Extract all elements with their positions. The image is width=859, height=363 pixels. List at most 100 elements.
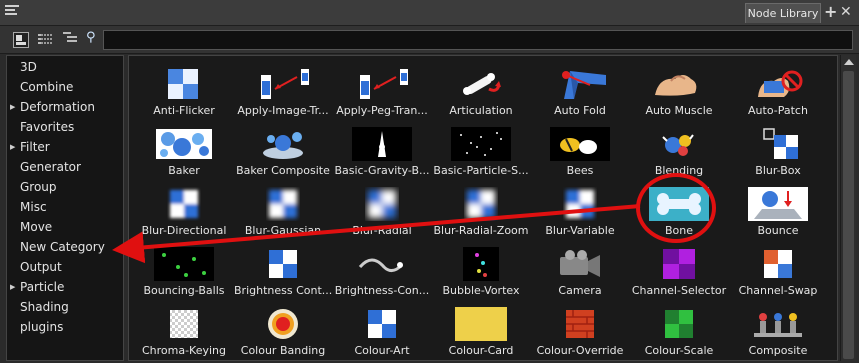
node-label: Brightness-Con... <box>334 284 430 297</box>
node-colour-art[interactable]: Colour-Art <box>333 301 431 360</box>
expand-arrow-icon[interactable]: ▶ <box>10 97 15 117</box>
apply-peg-transformation-icon <box>352 67 412 101</box>
blur-box-icon <box>748 127 808 161</box>
blur-radial-zoom-icon <box>451 187 511 221</box>
node-anti-flicker[interactable]: Anti-Flicker <box>135 61 233 121</box>
node-baker[interactable]: Baker <box>135 121 233 181</box>
category-3d[interactable]: 3D <box>7 57 123 77</box>
node-bounce[interactable]: Bounce <box>729 181 827 241</box>
tree-view-icon[interactable] <box>63 32 79 48</box>
node-colour-override[interactable]: Colour-Override <box>531 301 629 360</box>
node-blur-gaussian[interactable]: Blur-Gaussian <box>234 181 332 241</box>
view-toolbar: ⚲ <box>0 26 859 54</box>
blur-variable-icon <box>550 187 610 221</box>
node-brightness-cont[interactable]: Brightness Cont... <box>234 241 332 301</box>
category-group[interactable]: Group <box>7 177 123 197</box>
panel-menu-icon[interactable] <box>5 5 19 19</box>
blur-gaussian-icon <box>253 187 313 221</box>
node-channel-selector[interactable]: Channel-Selector <box>630 241 728 301</box>
node-colour-banding[interactable]: Colour Banding <box>234 301 332 360</box>
thumbnail-view-icon[interactable] <box>13 32 29 48</box>
category-label: Generator <box>20 160 81 174</box>
scrollbar-thumb[interactable] <box>843 71 854 359</box>
expand-arrow-icon[interactable]: ▶ <box>10 137 15 157</box>
category-label: Filter <box>20 140 50 154</box>
node-label: Blur-Directional <box>141 224 227 237</box>
category-output[interactable]: Output <box>7 257 123 277</box>
vertical-scrollbar[interactable] <box>840 55 856 361</box>
blending-icon <box>649 127 709 161</box>
node-auto-fold[interactable]: Auto Fold <box>531 61 629 121</box>
node-auto-patch[interactable]: Auto-Patch <box>729 61 827 121</box>
node-label: Blur-Gaussian <box>244 224 322 237</box>
node-auto-muscle[interactable]: Auto Muscle <box>630 61 728 121</box>
colour-card-icon <box>451 307 511 341</box>
node-label: Colour Banding <box>240 344 326 357</box>
node-bubble-vortex[interactable]: Bubble-Vortex <box>432 241 530 301</box>
category-combine[interactable]: Combine <box>7 77 123 97</box>
node-blur-box[interactable]: Blur-Box <box>729 121 827 181</box>
blur-directional-icon <box>154 187 214 221</box>
add-tab-icon[interactable]: + <box>824 3 837 21</box>
node-blur-variable[interactable]: Blur-Variable <box>531 181 629 241</box>
tab-node-library[interactable]: Node Library <box>745 3 821 23</box>
node-bees[interactable]: Bees <box>531 121 629 181</box>
node-label: Composite <box>748 344 808 357</box>
category-label: Move <box>20 220 53 234</box>
node-blur-directional[interactable]: Blur-Directional <box>135 181 233 241</box>
bone-highlight-ring <box>636 173 716 243</box>
node-label: Auto Fold <box>554 104 606 117</box>
search-icon[interactable]: ⚲ <box>86 30 102 46</box>
category-deformation[interactable]: ▶ Deformation <box>7 97 123 117</box>
category-label: Particle <box>20 280 65 294</box>
node-apply-peg-tran[interactable]: Apply-Peg-Tran... <box>333 61 431 121</box>
node-label: Basic-Particle-S... <box>433 164 529 177</box>
node-label: Bouncing-Balls <box>143 284 225 297</box>
node-label: Auto Muscle <box>645 104 713 117</box>
category-filter[interactable]: ▶ Filter <box>7 137 123 157</box>
category-new-category[interactable]: New Category <box>7 237 123 257</box>
category-generator[interactable]: Generator <box>7 157 123 177</box>
node-articulation[interactable]: Articulation <box>432 61 530 121</box>
node-label: Blur-Box <box>755 164 801 177</box>
node-brightness-con[interactable]: Brightness-Con... <box>333 241 431 301</box>
blur-radial-icon <box>352 187 412 221</box>
node-blur-radial[interactable]: Blur-Radial <box>333 181 431 241</box>
node-camera[interactable]: Camera <box>531 241 629 301</box>
close-tab-icon[interactable]: ✕ <box>840 3 852 21</box>
node-channel-swap[interactable]: Channel-Swap <box>729 241 827 301</box>
node-blending[interactable]: Blending <box>630 121 728 181</box>
scroll-up-icon[interactable] <box>844 59 854 65</box>
node-colour-scale[interactable]: Colour-Scale <box>630 301 728 360</box>
category-move[interactable]: Move <box>7 217 123 237</box>
node-baker-composite[interactable]: Baker Composite <box>234 121 332 181</box>
node-apply-image-tr[interactable]: Apply-Image-Tr... <box>234 61 332 121</box>
node-label: Bees <box>566 164 594 177</box>
category-misc[interactable]: Misc <box>7 197 123 217</box>
colour-art-icon <box>352 307 412 341</box>
basic-particle-icon <box>451 127 511 161</box>
category-label: Shading <box>20 300 69 314</box>
node-basic-gravity-b[interactable]: Basic-Gravity-B... <box>333 121 431 181</box>
node-colour-card[interactable]: Colour-Card <box>432 301 530 360</box>
node-label: Anti-Flicker <box>153 104 215 117</box>
list-view-icon[interactable] <box>38 32 54 48</box>
category-shading[interactable]: Shading <box>7 297 123 317</box>
category-favorites[interactable]: Favorites <box>7 117 123 137</box>
node-bouncing-balls[interactable]: Bouncing-Balls <box>135 241 233 301</box>
category-list: 3D Combine ▶ Deformation Favorites ▶ Filter Gen… <box>6 55 124 361</box>
node-basic-particle-s[interactable]: Basic-Particle-S... <box>432 121 530 181</box>
node-blur-radial-zoom[interactable]: Blur-Radial-Zoom <box>432 181 530 241</box>
category-plugins[interactable]: plugins <box>7 317 123 337</box>
search-input[interactable] <box>103 30 853 50</box>
node-label: Colour-Override <box>536 344 624 357</box>
node-composite[interactable]: Composite <box>729 301 827 360</box>
category-label: Output <box>20 260 62 274</box>
articulation-icon <box>451 67 511 101</box>
brightness-contrast-icon <box>253 247 313 281</box>
node-label: Bubble-Vortex <box>442 284 520 297</box>
expand-arrow-icon[interactable]: ▶ <box>10 277 15 297</box>
node-chroma-keying[interactable]: Chroma-Keying <box>135 301 233 360</box>
category-particle[interactable]: ▶ Particle <box>7 277 123 297</box>
anti-flicker-icon <box>154 67 214 101</box>
